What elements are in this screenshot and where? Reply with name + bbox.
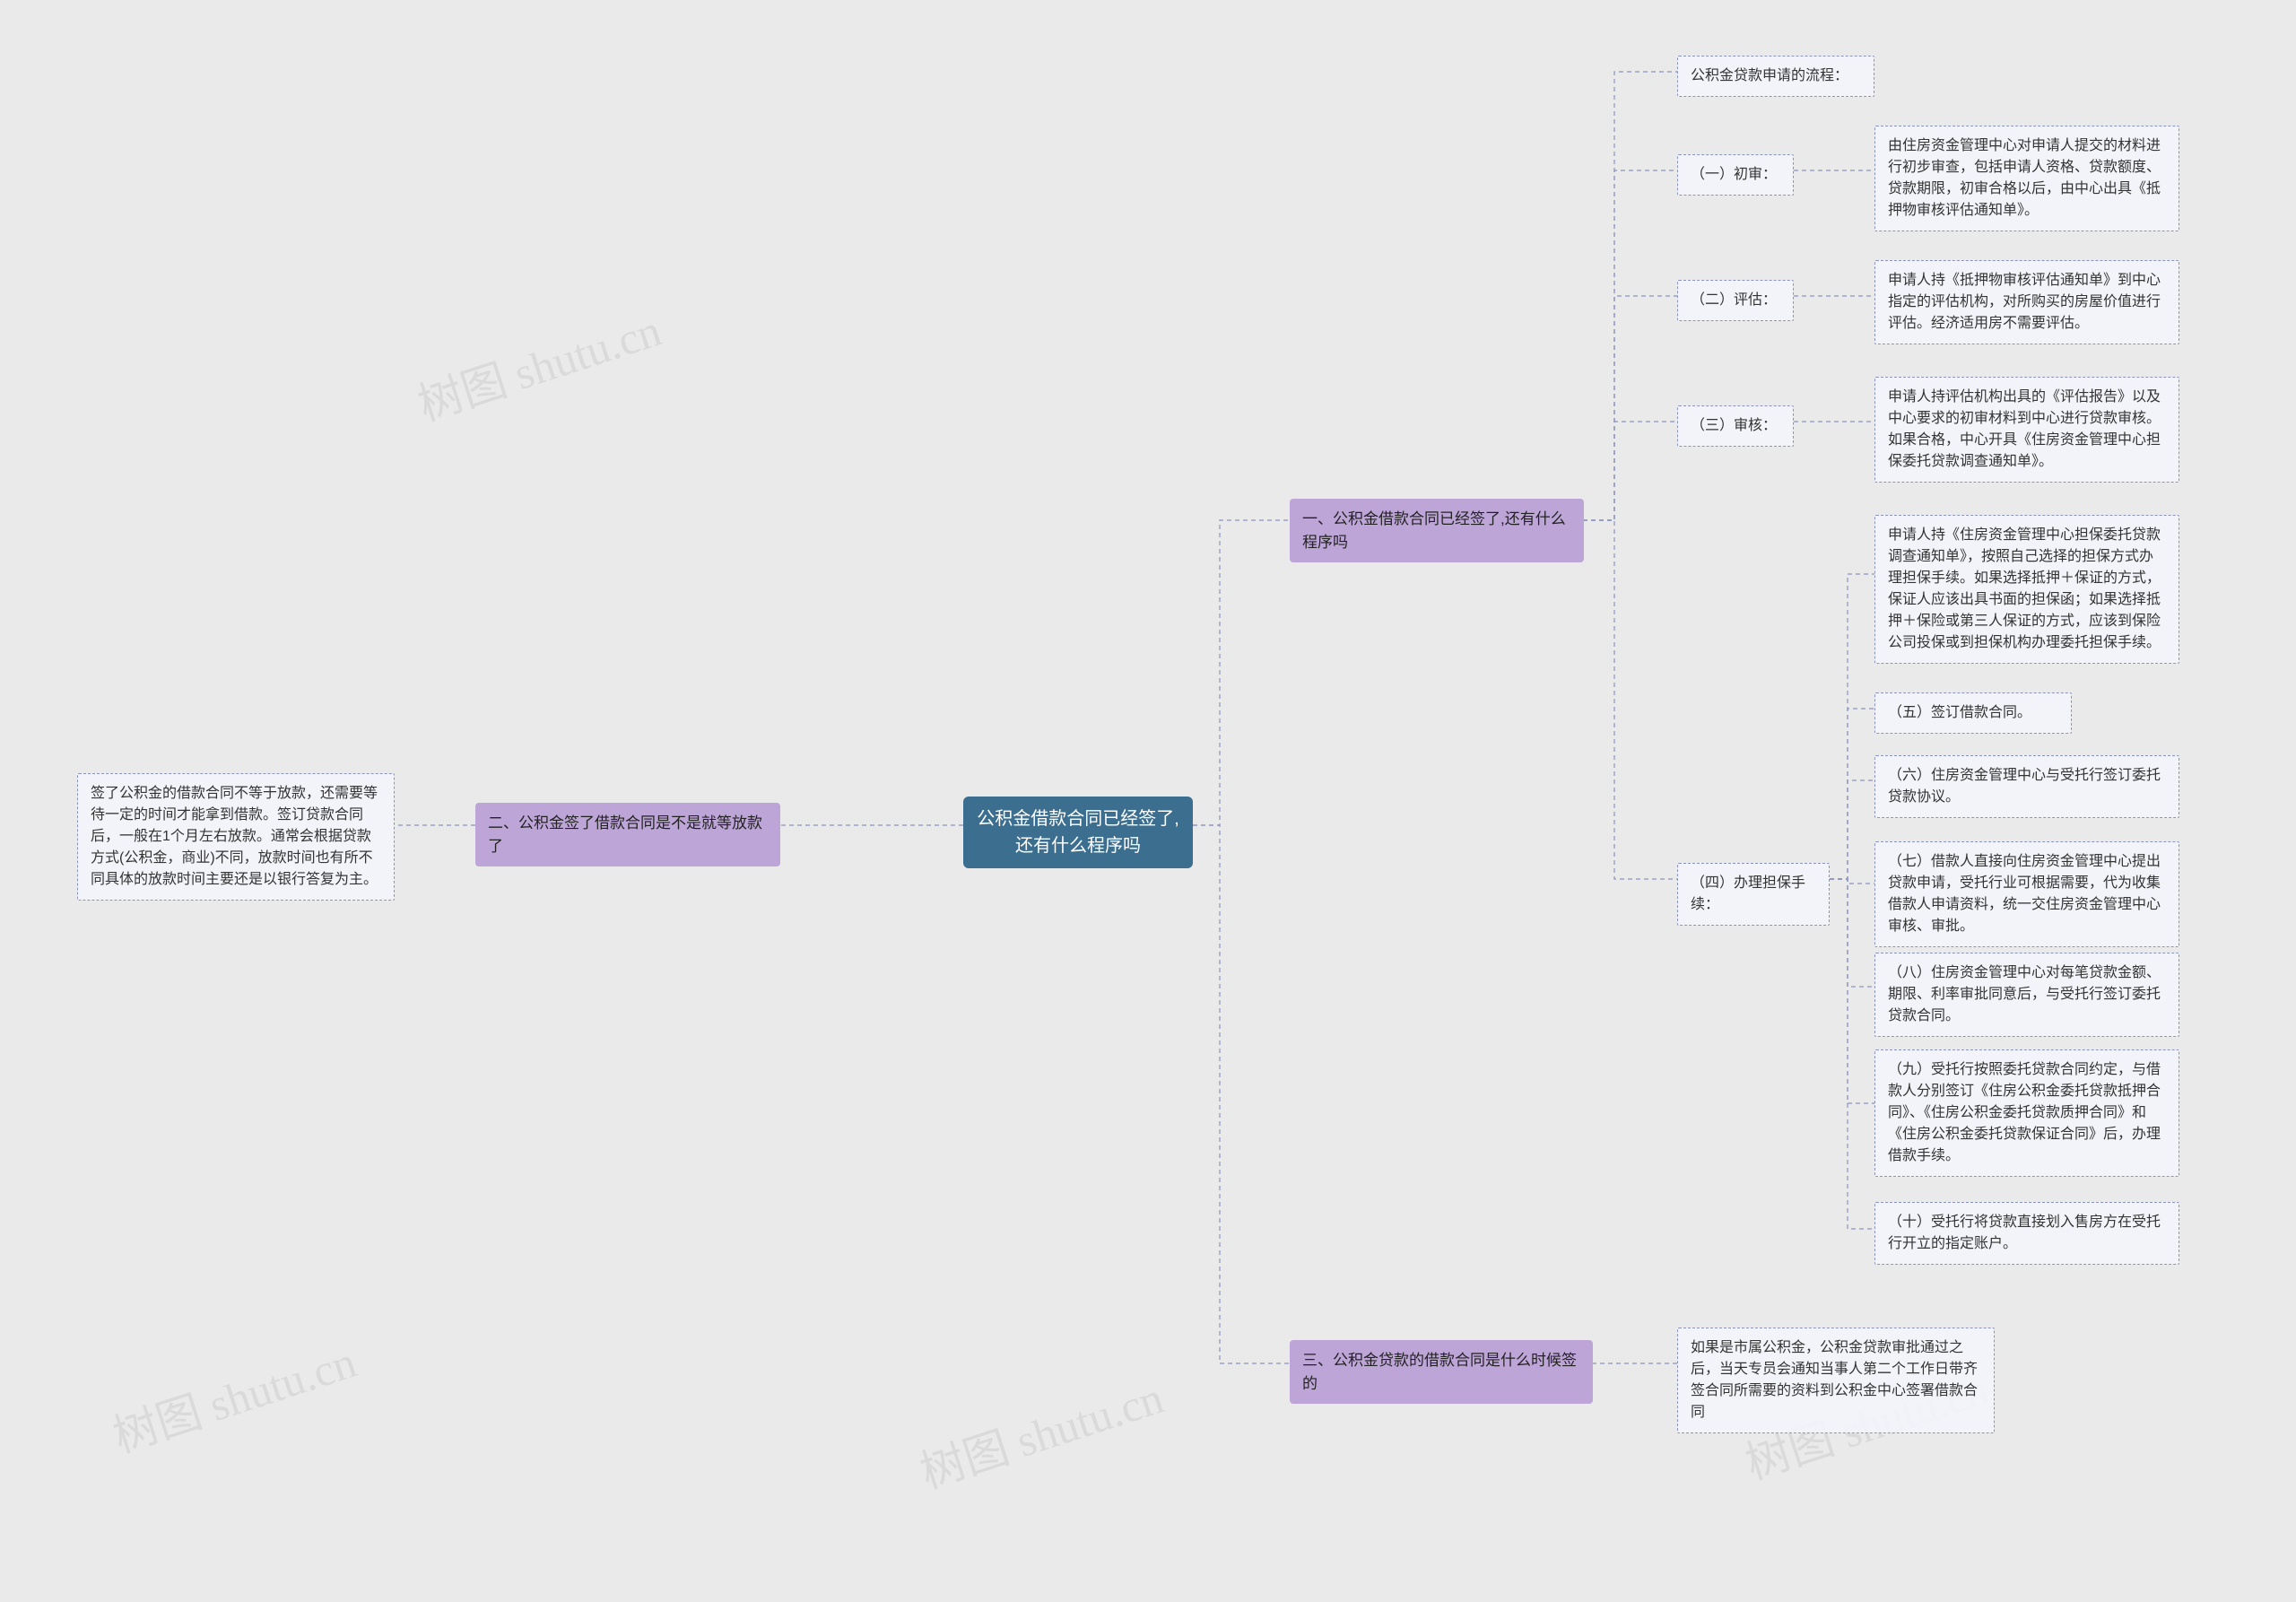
node-step4[interactable]: （四）办理担保手续： [1677, 863, 1830, 926]
text: 公积金贷款申请的流程： [1691, 68, 1848, 83]
text: 签了公积金的借款合同不等于放款，还需要等待一定的时间才能拿到借款。签订贷款合同后… [91, 786, 378, 887]
watermark: 树图 shutu.cn [104, 1326, 363, 1465]
node-step2[interactable]: （二）评估： [1677, 280, 1794, 321]
text: 由住房资金管理中心对申请人提交的材料进行初步审查，包括申请人资格、贷款额度、贷款… [1888, 138, 2161, 218]
node-step1[interactable]: （一）初审： [1677, 154, 1794, 196]
branch-1-label: 一、公积金借款合同已经签了,还有什么程序吗 [1302, 510, 1566, 551]
mindmap-root[interactable]: 公积金借款合同已经签了, 还有什么程序吗 [963, 797, 1193, 868]
node-step4-d6[interactable]: （九）受托行按照委托贷款合同约定，与借款人分别签订《住房公积金委托贷款抵押合同》… [1874, 1049, 2179, 1177]
node-step4-d2[interactable]: （五）签订借款合同。 [1874, 692, 2072, 734]
text: （八）住房资金管理中心对每笔贷款金额、期限、利率审批同意后，与受托行签订委托贷款… [1888, 965, 2161, 1023]
text: 如果是市属公积金，公积金贷款审批通过之后，当天专员会通知当事人第二个工作日带齐签… [1691, 1340, 1978, 1420]
text: （一）初审： [1691, 167, 1777, 182]
node-step2-detail[interactable]: 申请人持《抵押物审核评估通知单》到中心指定的评估机构，对所购买的房屋价值进行评估… [1874, 260, 2179, 344]
text: （七）借款人直接向住房资金管理中心提出贷款申请，受托行业可根据需要，代为收集借款… [1888, 854, 2161, 934]
node-step4-d5[interactable]: （八）住房资金管理中心对每笔贷款金额、期限、利率审批同意后，与受托行签订委托贷款… [1874, 953, 2179, 1037]
node-step3[interactable]: （三）审核： [1677, 405, 1794, 447]
node-flow-intro[interactable]: 公积金贷款申请的流程： [1677, 56, 1874, 97]
text: （二）评估： [1691, 292, 1777, 308]
branch-2-label: 二、公积金签了借款合同是不是就等放款了 [488, 814, 762, 855]
text: 申请人持《住房资金管理中心担保委托贷款调查通知单》，按照自己选择的担保方式办理担… [1888, 527, 2161, 650]
text: （三）审核： [1691, 418, 1777, 433]
text: 申请人持评估机构出具的《评估报告》以及中心要求的初审材料到中心进行贷款审核。如果… [1888, 389, 2161, 469]
node-step1-detail[interactable]: 由住房资金管理中心对申请人提交的材料进行初步审查，包括申请人资格、贷款额度、贷款… [1874, 126, 2179, 231]
branch-3[interactable]: 三、公积金贷款的借款合同是什么时候签的 [1290, 1340, 1593, 1404]
branch-1[interactable]: 一、公积金借款合同已经签了,还有什么程序吗 [1290, 499, 1584, 562]
watermark: 树图 shutu.cn [911, 1362, 1170, 1501]
text: （十）受托行将贷款直接划入售房方在受托行开立的指定账户。 [1888, 1215, 2161, 1251]
text: （九）受托行按照委托贷款合同约定，与借款人分别签订《住房公积金委托贷款抵押合同》… [1888, 1062, 2161, 1163]
node-step4-d1[interactable]: 申请人持《住房资金管理中心担保委托贷款调查通知单》，按照自己选择的担保方式办理担… [1874, 515, 2179, 664]
branch-2[interactable]: 二、公积金签了借款合同是不是就等放款了 [475, 803, 780, 866]
text: （五）签订借款合同。 [1888, 705, 2031, 720]
branch-2-detail[interactable]: 签了公积金的借款合同不等于放款，还需要等待一定的时间才能拿到借款。签订贷款合同后… [77, 773, 395, 901]
watermark: 树图 shutu.cn [409, 294, 668, 433]
branch-3-label: 三、公积金贷款的借款合同是什么时候签的 [1302, 1352, 1577, 1392]
branch-3-detail[interactable]: 如果是市属公积金，公积金贷款审批通过之后，当天专员会通知当事人第二个工作日带齐签… [1677, 1328, 1995, 1433]
node-step4-d7[interactable]: （十）受托行将贷款直接划入售房方在受托行开立的指定账户。 [1874, 1202, 2179, 1265]
text: （六）住房资金管理中心与受托行签订委托贷款协议。 [1888, 768, 2161, 805]
node-step4-d4[interactable]: （七）借款人直接向住房资金管理中心提出贷款申请，受托行业可根据需要，代为收集借款… [1874, 841, 2179, 947]
node-step3-detail[interactable]: 申请人持评估机构出具的《评估报告》以及中心要求的初审材料到中心进行贷款审核。如果… [1874, 377, 2179, 483]
node-step4-d3[interactable]: （六）住房资金管理中心与受托行签订委托贷款协议。 [1874, 755, 2179, 818]
root-label: 公积金借款合同已经签了, 还有什么程序吗 [977, 809, 1179, 856]
text: 申请人持《抵押物审核评估通知单》到中心指定的评估机构，对所购买的房屋价值进行评估… [1888, 273, 2161, 331]
text: （四）办理担保手续： [1691, 875, 1805, 912]
